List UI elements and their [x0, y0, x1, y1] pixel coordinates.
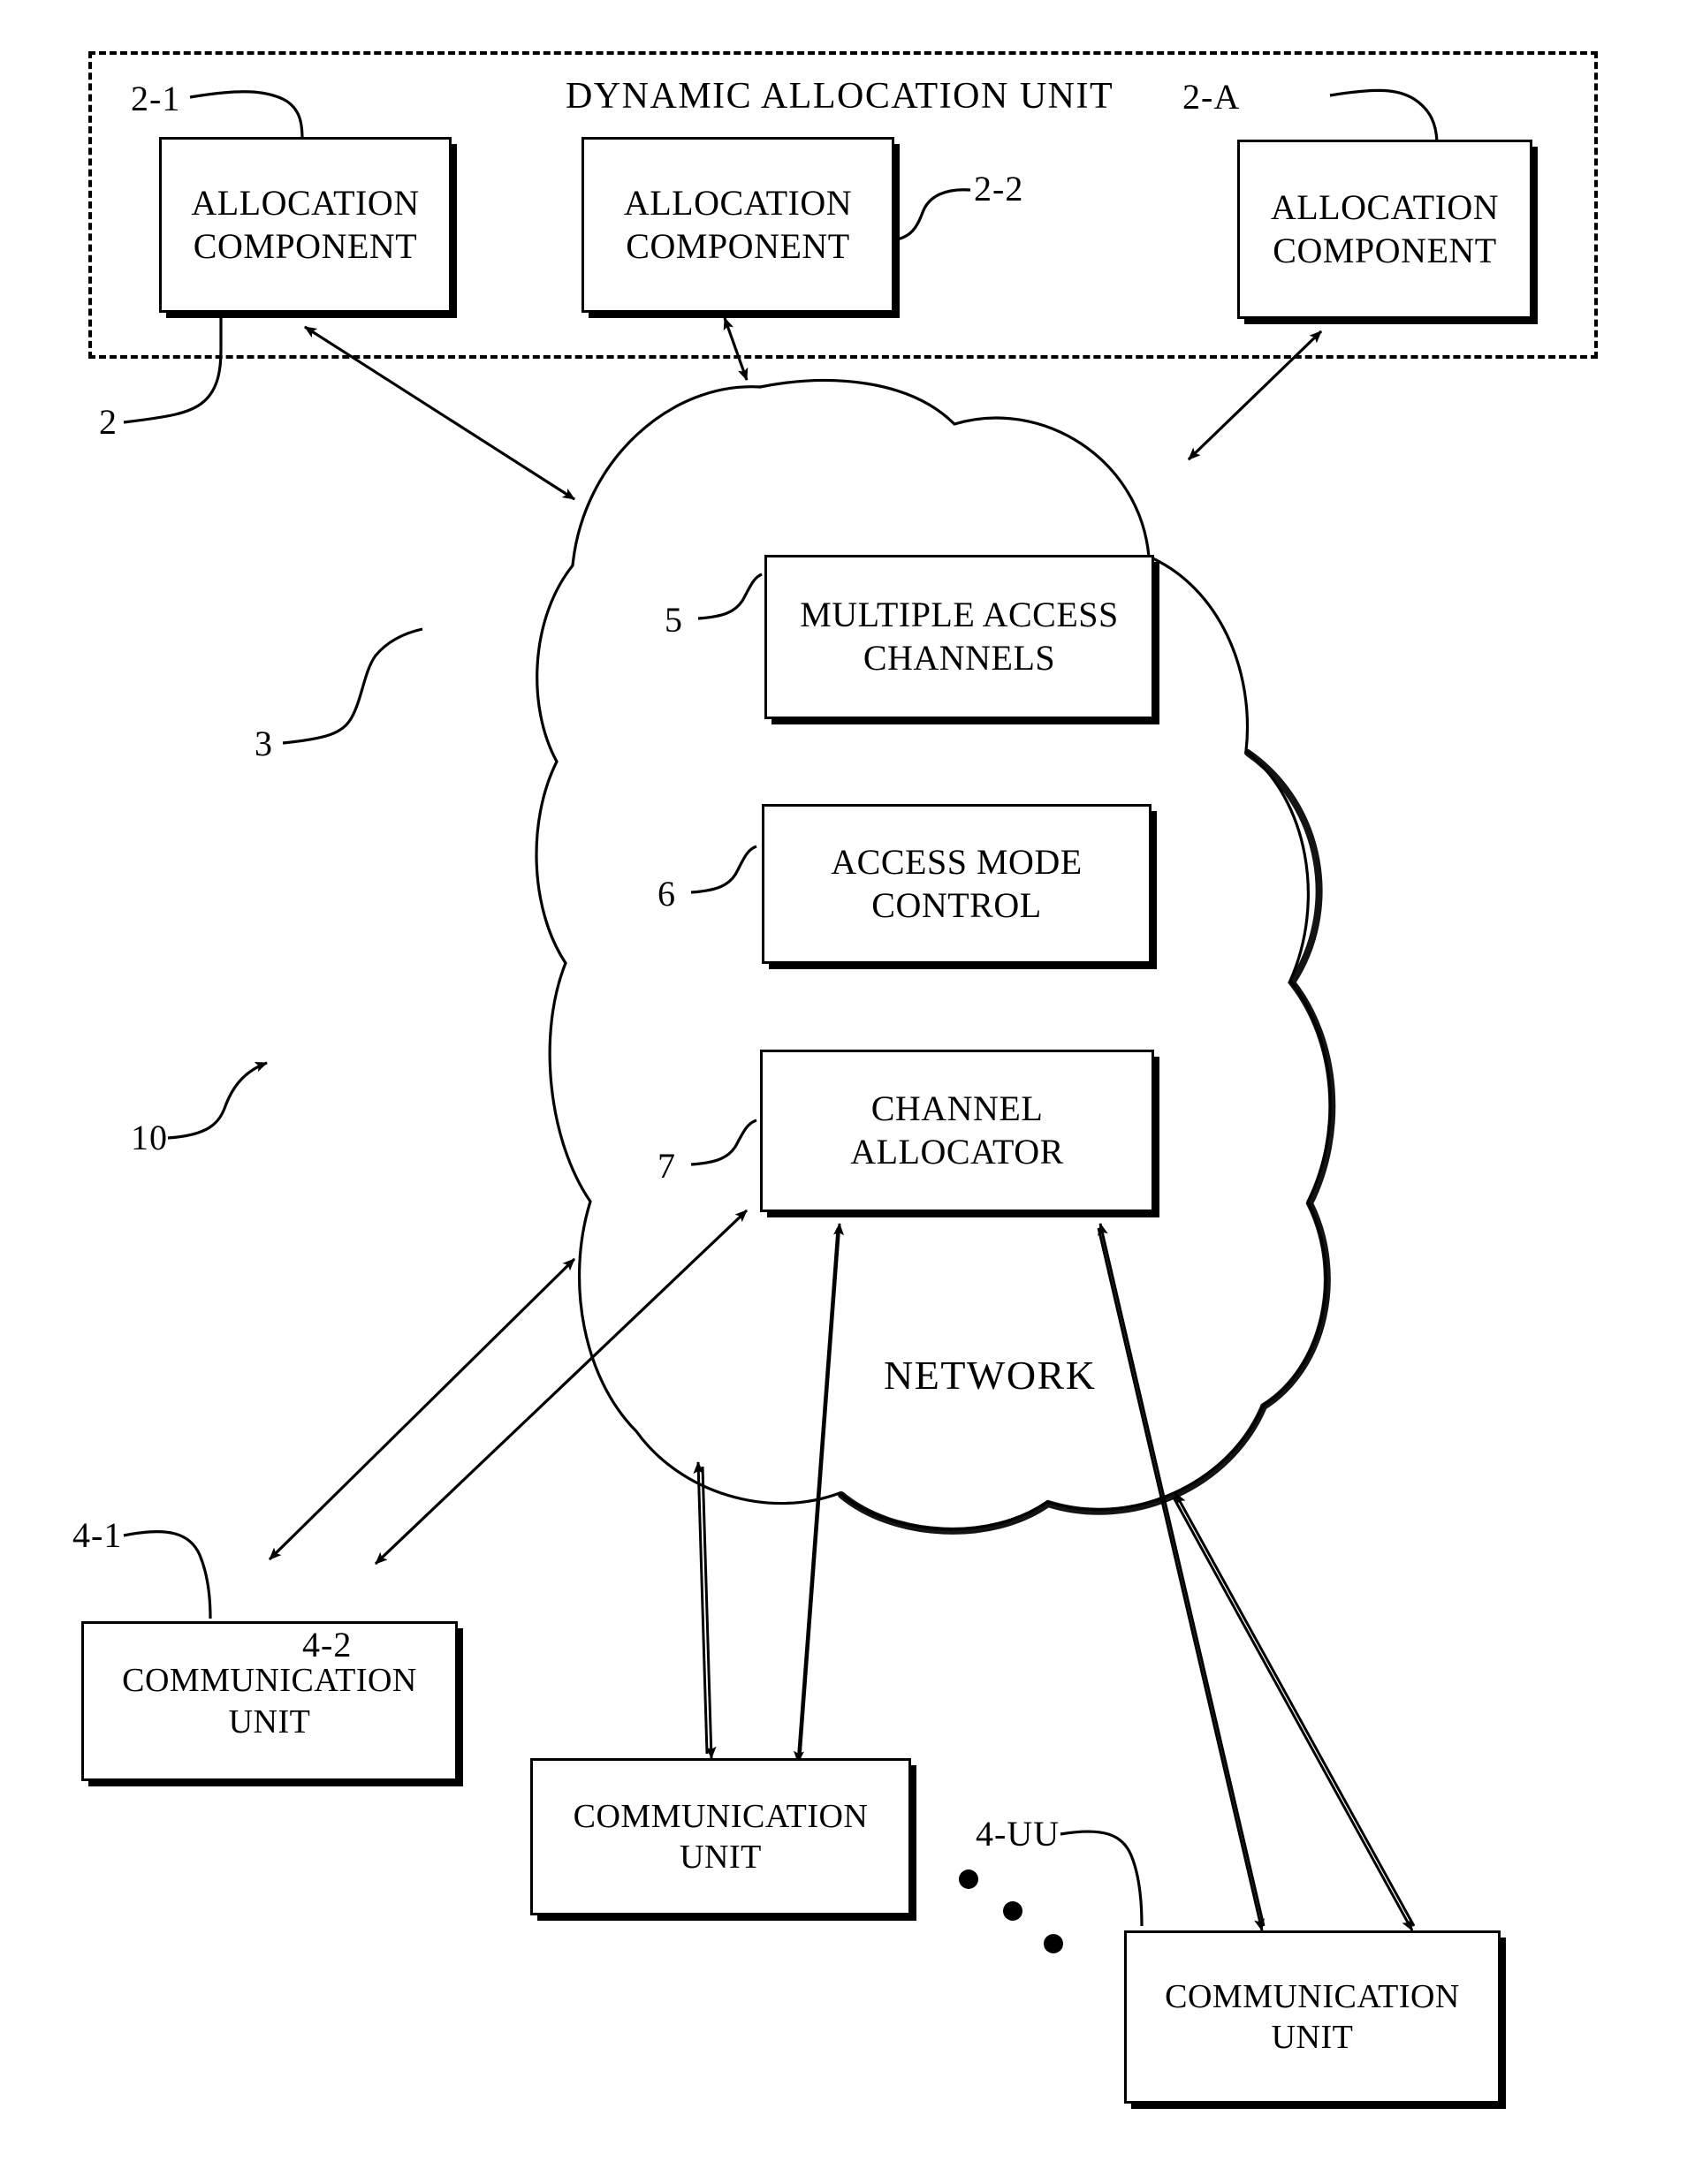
ref-numeral-2-2: 2-2	[974, 169, 1024, 209]
channel-allocator-line1: CHANNEL	[870, 1088, 1044, 1129]
ref-numeral-5: 5	[665, 600, 683, 640]
communication-unit-4-1-line2: UNIT	[228, 1702, 311, 1740]
multiple-access-channels-line2: CHANNELS	[863, 638, 1056, 678]
allocation-component-2-1-line2: COMPONENT	[193, 225, 418, 266]
allocation-component-box-2-1[interactable]: ALLOCATION COMPONENT	[159, 137, 452, 313]
ref-numeral-2: 2	[99, 402, 118, 442]
ref-numeral-7: 7	[657, 1146, 676, 1186]
communication-unit-box-4-UU[interactable]: COMMUNICATION UNIT	[1124, 1930, 1501, 2104]
ellipsis-dots	[959, 1869, 1063, 1953]
allocation-component-2-2-line1: ALLOCATION	[623, 182, 853, 223]
multiple-access-channels-line1: MULTIPLE ACCESS	[800, 595, 1119, 635]
allocation-component-2-A-line2: COMPONENT	[1273, 230, 1497, 270]
allocation-component-2-A-line1: ALLOCATION	[1270, 186, 1500, 227]
allocation-component-box-2-2[interactable]: ALLOCATION COMPONENT	[581, 137, 894, 313]
allocation-component-2-2-line2: COMPONENT	[626, 225, 850, 266]
ref-numeral-2-1: 2-1	[131, 79, 181, 118]
multiple-access-channels-box[interactable]: MULTIPLE ACCESS CHANNELS	[764, 555, 1154, 719]
communication-unit-4-1-line1: COMMUNICATION	[122, 1662, 417, 1700]
ref-numeral-10: 10	[131, 1118, 168, 1157]
ref-numeral-2-A: 2-A	[1182, 77, 1241, 117]
patent-figure: DYNAMIC ALLOCATION UNIT ALLOCATION COMPO…	[0, 0, 1695, 2184]
access-mode-control-line1: ACCESS MODE	[831, 841, 1083, 882]
communication-unit-4-UU-line2: UNIT	[1271, 2019, 1354, 2056]
allocation-component-box-2-A[interactable]: ALLOCATION COMPONENT	[1237, 140, 1532, 319]
channel-allocator-box[interactable]: CHANNEL ALLOCATOR	[760, 1050, 1154, 1212]
access-mode-control-box[interactable]: ACCESS MODE CONTROL	[762, 804, 1152, 964]
communication-unit-box-4-1[interactable]: COMMUNICATION UNIT	[81, 1621, 458, 1781]
communication-unit-4-2-line2: UNIT	[680, 1839, 762, 1876]
dynamic-allocation-unit-title: DYNAMIC ALLOCATION UNIT	[566, 76, 1114, 117]
ref-numeral-4-UU: 4-UU	[976, 1814, 1060, 1854]
network-label: NETWORK	[884, 1353, 1097, 1398]
communication-unit-4-2-line1: COMMUNICATION	[573, 1797, 869, 1835]
arrow-commu1-network	[268, 1257, 576, 1561]
communication-unit-4-UU-line1: COMMUNICATION	[1165, 1977, 1460, 2015]
ref-numeral-4-2: 4-2	[302, 1625, 353, 1665]
arrow-commu1-allocator	[374, 1209, 749, 1566]
channel-allocator-line2: ALLOCATOR	[850, 1132, 1064, 1172]
communication-unit-box-4-2[interactable]: COMMUNICATION UNIT	[530, 1758, 911, 1915]
arrow-commuUU-allocator	[1097, 1223, 1416, 1931]
allocation-component-2-1-line1: ALLOCATION	[191, 182, 420, 223]
ref-numeral-6: 6	[657, 874, 676, 914]
ref-numeral-3: 3	[255, 724, 273, 763]
ref-numeral-4-1: 4-1	[72, 1515, 123, 1555]
access-mode-control-line2: CONTROL	[871, 884, 1042, 925]
